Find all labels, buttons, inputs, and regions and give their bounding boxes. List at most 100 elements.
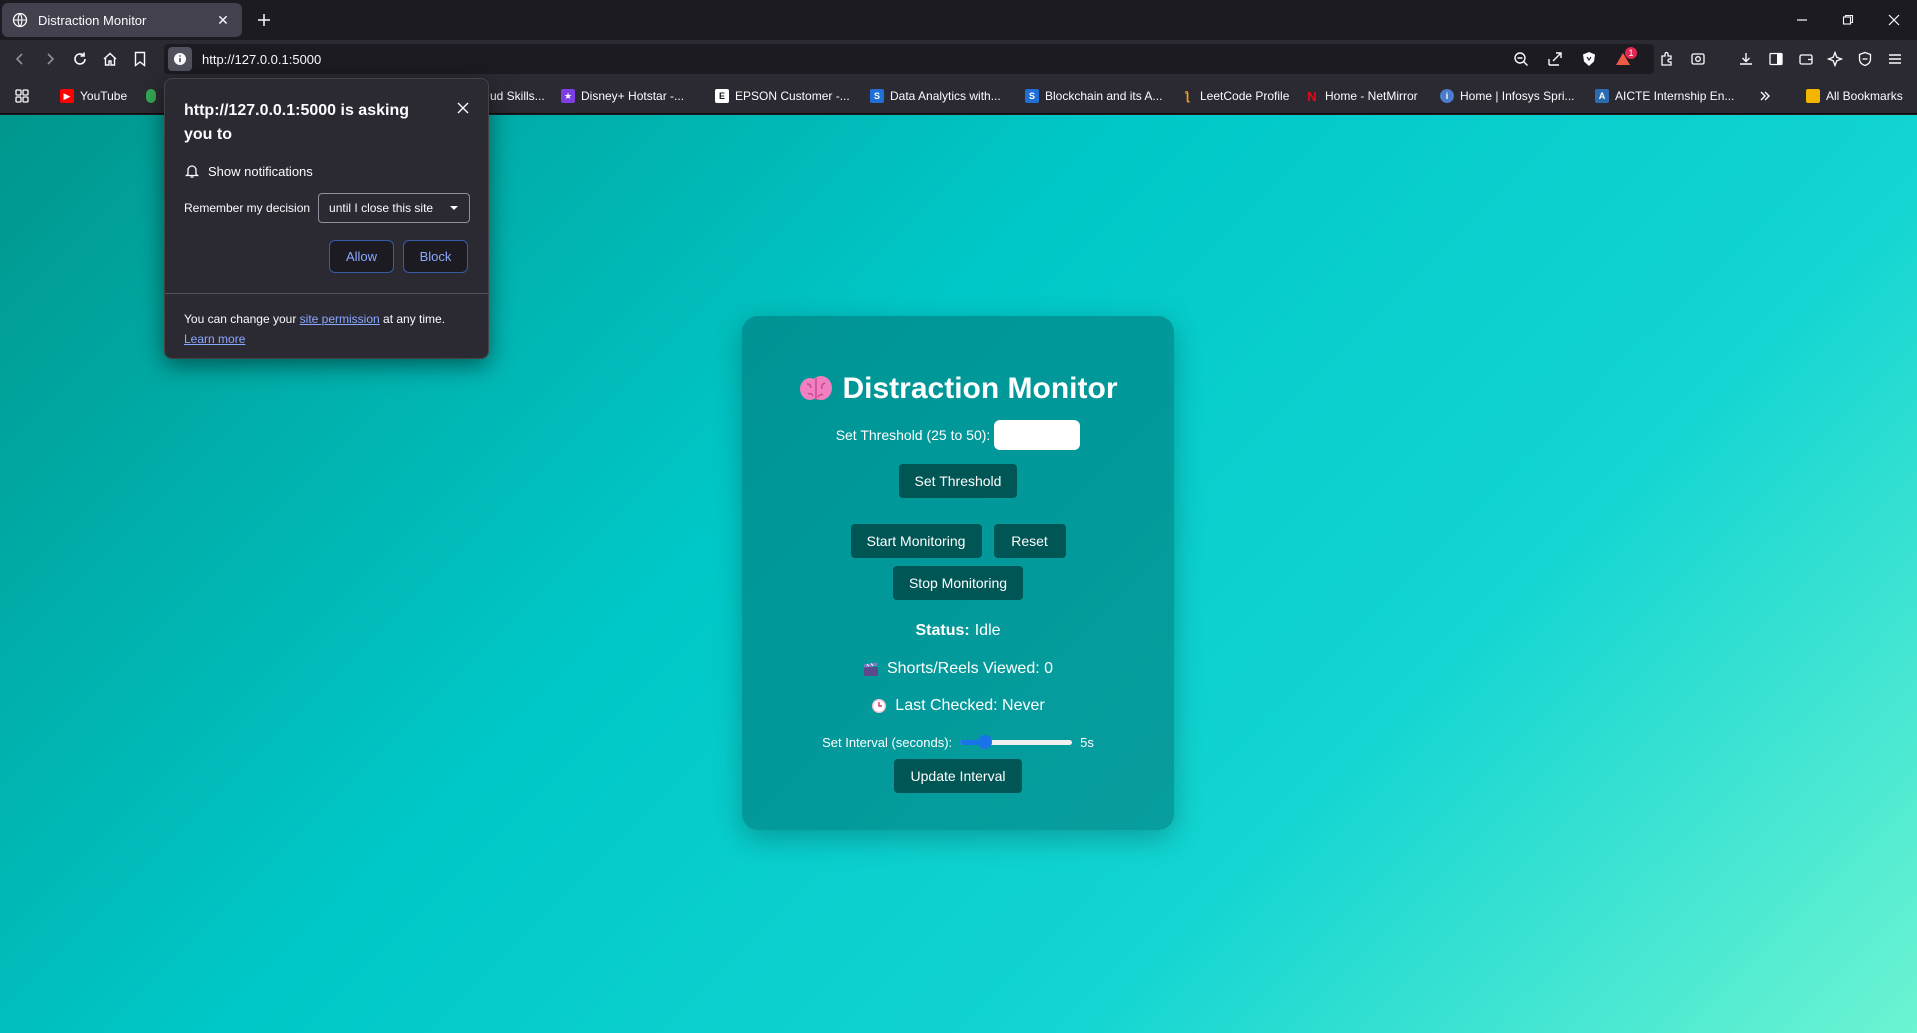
bookmark-skills[interactable]: ud Skills... <box>490 86 545 106</box>
bookmark-label: EPSON Customer -... <box>735 89 850 103</box>
all-bookmarks[interactable]: All Bookmarks <box>1806 86 1903 106</box>
downloads-icon[interactable] <box>1732 45 1760 73</box>
url-text[interactable]: http://127.0.0.1:5000 <box>202 52 321 67</box>
bookmark-label: Disney+ Hotstar -... <box>581 89 685 103</box>
back-icon[interactable] <box>6 45 34 73</box>
remember-select-value: until I close this site <box>329 201 434 215</box>
globe-icon <box>12 12 28 28</box>
update-interval-row: Update Interval <box>742 759 1174 793</box>
aicte-icon: A <box>1595 89 1609 103</box>
all-bookmarks-label: All Bookmarks <box>1826 89 1903 103</box>
leetcode-icon: ƪ <box>1180 89 1194 103</box>
bookmark-label: YouTube <box>80 89 128 103</box>
close-tab-icon[interactable]: ✕ <box>214 11 232 29</box>
simplilearn-icon: S <box>870 89 884 103</box>
youtube-icon: ▶ <box>60 89 74 103</box>
brave-shield-icon[interactable] <box>1575 45 1603 73</box>
folder-icon <box>1806 89 1820 103</box>
bookmark-aicte[interactable]: A AICTE Internship En... <box>1595 86 1734 106</box>
navigation-toolbar: http://127.0.0.1:5000 1 <box>0 40 1917 78</box>
remember-row: Remember my decision until I close this … <box>184 193 471 223</box>
notification-permission-popup: http://127.0.0.1:5000 is asking you to S… <box>164 78 489 359</box>
popup-title: http://127.0.0.1:5000 is asking you to <box>184 102 409 143</box>
bookmark-blockchain[interactable]: S Blockchain and its A... <box>1025 86 1162 106</box>
interval-value: 5s <box>1080 734 1094 750</box>
brain-icon <box>799 374 833 404</box>
status-row: Status: Idle <box>742 622 1174 640</box>
bookmark-label: LeetCode Profile <box>1200 89 1290 103</box>
bookmark-data-analytics[interactable]: S Data Analytics with... <box>870 86 1001 106</box>
minimize-icon[interactable] <box>1779 0 1825 40</box>
bookmark-infosys[interactable]: i Home | Infosys Spri... <box>1440 86 1575 106</box>
bookmark-epson[interactable]: E EPSON Customer -... <box>715 86 850 106</box>
bookmark-leetcode[interactable]: ƪ LeetCode Profile <box>1180 86 1289 106</box>
simplilearn-icon: S <box>1025 89 1039 103</box>
learn-more-link[interactable]: Learn more <box>184 332 245 346</box>
bookmark-label: ud Skills... <box>490 89 545 103</box>
tab-distraction-monitor[interactable]: Distraction Monitor ✕ <box>2 3 242 37</box>
bookmark-page-icon[interactable] <box>126 45 154 73</box>
menu-icon[interactable] <box>1881 45 1909 73</box>
threshold-input[interactable] <box>994 420 1081 450</box>
monitor-card: Distraction Monitor Set Threshold (25 to… <box>742 316 1174 830</box>
dropdown-arrow-icon <box>449 205 459 211</box>
zoom-icon[interactable] <box>1507 45 1535 73</box>
rewards-icon[interactable]: 1 <box>1609 45 1637 73</box>
permission-item: Show notifications <box>184 163 313 179</box>
screenshot-icon[interactable] <box>1684 45 1712 73</box>
threshold-label: Set Threshold (25 to 50): <box>835 427 991 443</box>
forward-icon[interactable] <box>36 45 64 73</box>
bookmark-label: Data Analytics with... <box>890 89 1001 103</box>
tab-title: Distraction Monitor <box>38 12 147 28</box>
interval-row: Set Interval (seconds): 5s <box>742 734 1174 750</box>
bookmark-label: Blockchain and its A... <box>1045 89 1163 103</box>
bookmark-youtube[interactable]: ▶ YouTube <box>60 86 127 106</box>
block-button[interactable]: Block <box>403 240 468 273</box>
bookmark-hotstar[interactable]: ★ Disney+ Hotstar -... <box>561 86 684 106</box>
threshold-row: Set Threshold (25 to 50): <box>742 420 1174 450</box>
shorts-row: Shorts/Reels Viewed: 0 <box>742 660 1174 678</box>
status-value: Idle <box>974 622 1001 639</box>
slider-thumb[interactable] <box>977 735 992 749</box>
popup-footer: You can change your site permission at a… <box>165 293 488 358</box>
leo-ai-icon[interactable] <box>1821 45 1849 73</box>
set-threshold-button[interactable]: Set Threshold <box>899 464 1017 498</box>
app-grid-icon[interactable] <box>14 86 30 106</box>
set-threshold-row: Set Threshold <box>742 464 1174 498</box>
bookmark-label: Home - NetMirror <box>1325 89 1418 103</box>
wallet-icon[interactable] <box>1792 45 1820 73</box>
new-tab-icon[interactable] <box>252 8 276 32</box>
bookmark-google-maps[interactable] <box>146 86 162 106</box>
status-label: Status: <box>915 622 970 639</box>
remember-label: Remember my decision <box>184 201 311 215</box>
vpn-icon[interactable] <box>1851 45 1879 73</box>
remember-select[interactable]: until I close this site <box>318 193 471 223</box>
epson-icon: E <box>715 89 729 103</box>
bookmark-netmirror[interactable]: N Home - NetMirror <box>1305 86 1418 106</box>
hotstar-icon: ★ <box>561 89 575 103</box>
extensions-icon[interactable] <box>1653 45 1681 73</box>
start-monitoring-button[interactable]: Start Monitoring <box>850 524 982 558</box>
reset-button[interactable]: Reset <box>993 524 1066 558</box>
monitor-controls-row: Start Monitoring Reset <box>742 524 1174 558</box>
stop-monitoring-button[interactable]: Stop Monitoring <box>893 566 1023 600</box>
site-permission-link[interactable]: site permission <box>300 312 380 326</box>
last-checked-row: Last Checked: Never <box>742 697 1174 715</box>
close-popup-icon[interactable] <box>452 97 474 119</box>
allow-button[interactable]: Allow <box>329 240 394 273</box>
clapperboard-icon <box>863 661 879 677</box>
home-icon[interactable] <box>96 45 124 73</box>
netmirror-icon: N <box>1305 89 1319 104</box>
close-window-icon[interactable] <box>1871 0 1917 40</box>
share-icon[interactable] <box>1541 45 1569 73</box>
sidebar-icon[interactable] <box>1762 45 1790 73</box>
bookmark-label: AICTE Internship En... <box>1615 89 1735 103</box>
update-interval-button[interactable]: Update Interval <box>894 759 1022 793</box>
interval-slider[interactable] <box>960 734 1073 750</box>
restore-icon[interactable] <box>1825 0 1871 40</box>
url-bar[interactable]: http://127.0.0.1:5000 <box>164 44 1654 74</box>
reload-icon[interactable] <box>66 45 94 73</box>
site-info-icon[interactable] <box>168 47 192 71</box>
more-bookmarks-icon[interactable] <box>1758 86 1772 106</box>
shorts-viewed: Shorts/Reels Viewed: 0 <box>886 660 1053 677</box>
